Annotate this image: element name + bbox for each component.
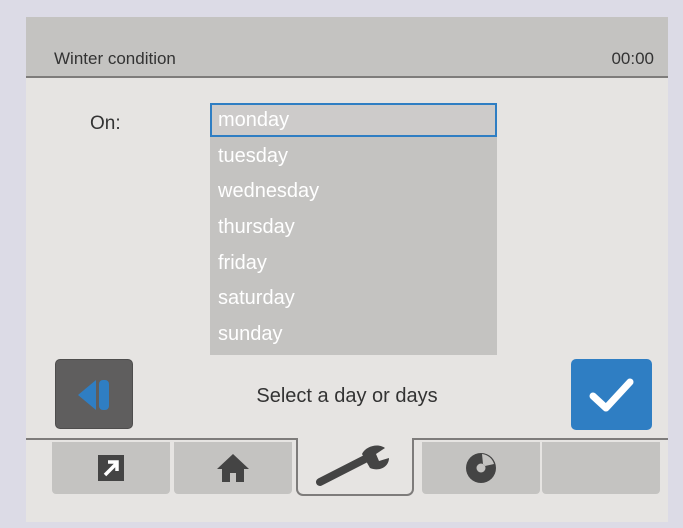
day-option-saturday[interactable]: saturday [210,281,497,315]
tab-divider-right [414,438,668,440]
tab-shortcut[interactable] [52,442,170,494]
tab-empty[interactable] [542,442,660,494]
on-label: On: [90,113,121,134]
home-icon [217,454,249,482]
day-option-monday[interactable]: monday [210,103,497,137]
tab-settings[interactable] [296,438,414,496]
page-title: Winter condition [54,49,176,68]
device-screen: Winter condition 00:00 On: monday tuesda… [26,17,668,522]
header-bar: Winter condition 00:00 [26,17,668,78]
day-option-tuesday[interactable]: tuesday [210,139,497,173]
tab-divider-left [26,438,296,440]
day-option-wednesday[interactable]: wednesday [210,174,497,208]
day-option-friday[interactable]: friday [210,246,497,280]
day-option-sunday[interactable]: sunday [210,317,497,351]
arrow-up-right-icon [98,455,124,481]
tab-disc[interactable] [422,442,540,494]
tab-home[interactable] [174,442,292,494]
confirm-button[interactable] [571,359,652,430]
wrench-icon [316,445,389,486]
day-list: monday tuesday wednesday thursday friday… [210,103,497,355]
day-option-thursday[interactable]: thursday [210,210,497,244]
checkmark-icon [589,378,634,412]
disc-icon [466,453,496,483]
clock: 00:00 [611,49,654,68]
